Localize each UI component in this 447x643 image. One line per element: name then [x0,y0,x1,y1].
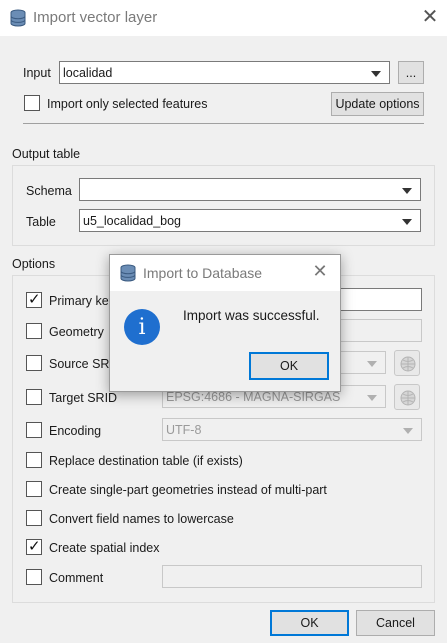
geometry-label: Geometry [49,325,104,339]
primary-key-label: Primary key [49,294,115,308]
single-part-label: Create single-part geometries instead of… [49,483,327,497]
table-combo[interactable]: u5_localidad_bog [79,209,421,232]
replace-table-label: Replace destination table (if exists) [49,454,243,468]
table-label: Table [26,215,56,229]
divider [23,123,424,124]
chevron-down-icon [403,428,413,434]
encoding-combo: UTF-8 [162,418,422,441]
output-table-heading: Output table [12,147,81,161]
input-label: Input [23,66,51,80]
checkmark-icon: ✓ [28,538,41,555]
input-layer-value: localidad [63,66,113,80]
modal-ok-button[interactable]: OK [249,352,329,380]
spatial-index-checkbox[interactable]: ✓ [26,538,42,555]
modal-title-bar: Import to Database ✕ [110,255,340,291]
chevron-down-icon [367,395,377,401]
target-srid-checkbox[interactable] [26,389,42,405]
chevron-down-icon [402,188,412,194]
import-success-dialog: Import to Database ✕ i Import was succes… [109,254,341,392]
modal-close-icon[interactable]: ✕ [310,261,330,282]
primary-key-checkbox[interactable]: ✓ [26,291,42,308]
source-srid-checkbox[interactable] [26,355,42,371]
globe-icon [400,356,416,372]
geometry-checkbox[interactable] [26,323,42,339]
modal-title: Import to Database [143,265,263,281]
only-selected-label: Import only selected features [47,97,208,111]
window-title: Import vector layer [33,9,158,26]
input-layer-combo[interactable]: localidad [59,61,390,84]
title-bar: Import vector layer ✕ [0,0,447,36]
chevron-down-icon [402,219,412,225]
target-srid-label: Target SRID [49,391,118,405]
checkmark-icon: ✓ [28,291,41,308]
modal-message: Import was successful. [183,308,320,323]
globe-icon [400,390,416,406]
info-icon: i [124,309,160,345]
target-srid-value: EPSG:4686 - MAGNA-SIRGAS [166,390,341,404]
chevron-down-icon [367,361,377,367]
lowercase-checkbox[interactable] [26,510,42,526]
target-crs-select-button [394,384,420,410]
comment-label: Comment [49,571,104,585]
schema-combo[interactable] [79,178,421,201]
spatial-index-label: Create spatial index [49,541,160,555]
replace-table-checkbox[interactable] [26,452,42,468]
single-part-checkbox[interactable] [26,481,42,497]
database-icon [120,264,136,282]
cancel-button[interactable]: Cancel [356,610,435,636]
source-crs-select-button [394,350,420,376]
schema-label: Schema [26,184,72,198]
ok-button[interactable]: OK [270,610,349,636]
encoding-checkbox[interactable] [26,422,42,438]
table-value: u5_localidad_bog [83,214,182,228]
comment-field [162,565,422,588]
update-options-button[interactable]: Update options [331,92,424,116]
options-heading: Options [12,257,56,271]
encoding-value: UTF-8 [166,423,202,437]
lowercase-label: Convert field names to lowercase [49,512,234,526]
only-selected-checkbox[interactable] [24,95,40,111]
database-icon [10,9,26,27]
chevron-down-icon [371,71,381,77]
close-icon[interactable]: ✕ [418,4,442,30]
encoding-label: Encoding [49,424,102,438]
comment-checkbox[interactable] [26,569,42,585]
browse-button[interactable]: ... [398,61,424,84]
